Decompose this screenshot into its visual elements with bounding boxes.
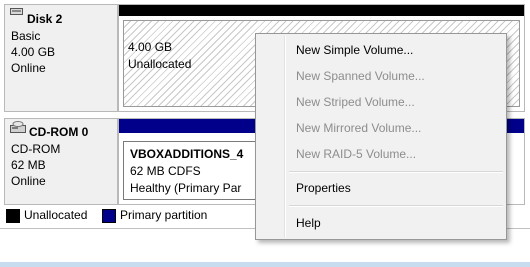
menu-separator [289,171,503,173]
disk-status: Online [11,61,46,75]
unallocated-state: Unallocated [128,57,192,71]
unallocated-size: 4.00 GB [128,40,173,54]
legend-label-unallocated: Unallocated [24,208,88,222]
menu-item-new-mirrored-volume[interactable]: New Mirrored Volume... [259,117,503,139]
bottom-scroll-strip [0,262,530,267]
menu-item-new-striped-volume[interactable]: New Striped Volume... [259,91,503,113]
menu-item-label: Properties [296,181,351,195]
disk-title: Disk 2 [27,12,63,26]
disk-size: 4.00 GB [11,45,56,59]
unallocated-bar [119,5,524,16]
menu-item-new-spanned-volume[interactable]: New Spanned Volume... [259,65,503,87]
disk-icon [10,8,23,15]
menu-item-new-simple-volume[interactable]: New Simple Volume... [259,39,503,61]
cd-rom-label-panel[interactable]: CD-ROM 0 CD-ROM 62 MB Online [4,118,118,205]
context-menu: New Simple Volume... New Spanned Volume.… [255,33,507,240]
volume-state: Healthy (Primary Par [130,181,242,195]
menu-item-label: New RAID-5 Volume... [296,147,417,161]
disk-2-label-panel[interactable]: Disk 2 Basic 4.00 GB Online [4,4,118,112]
menu-separator [289,205,503,207]
menu-item-label: New Spanned Volume... [296,69,425,83]
volume-name: VBOXADDITIONS_4 [130,147,244,161]
menu-item-help[interactable]: Help [259,212,503,234]
disk-status: Online [11,174,46,188]
menu-item-properties[interactable]: Properties [259,177,503,199]
volume-info: 62 MB CDFS [130,164,201,178]
menu-item-label: New Mirrored Volume... [296,121,422,135]
disk-size: 62 MB [11,158,46,172]
menu-item-label: New Striped Volume... [296,95,415,109]
disk-type: CD-ROM [11,142,61,156]
menu-item-label: Help [296,216,321,230]
legend-swatch-primary [102,209,116,223]
menu-item-new-raid5-volume[interactable]: New RAID-5 Volume... [259,143,503,165]
legend-swatch-unallocated [6,209,20,223]
menu-item-label: New Simple Volume... [296,43,414,57]
disk-type: Basic [11,29,41,43]
cd-rom-icon [10,121,26,133]
legend-label-primary: Primary partition [120,208,208,222]
disk-title: CD-ROM 0 [29,125,89,139]
